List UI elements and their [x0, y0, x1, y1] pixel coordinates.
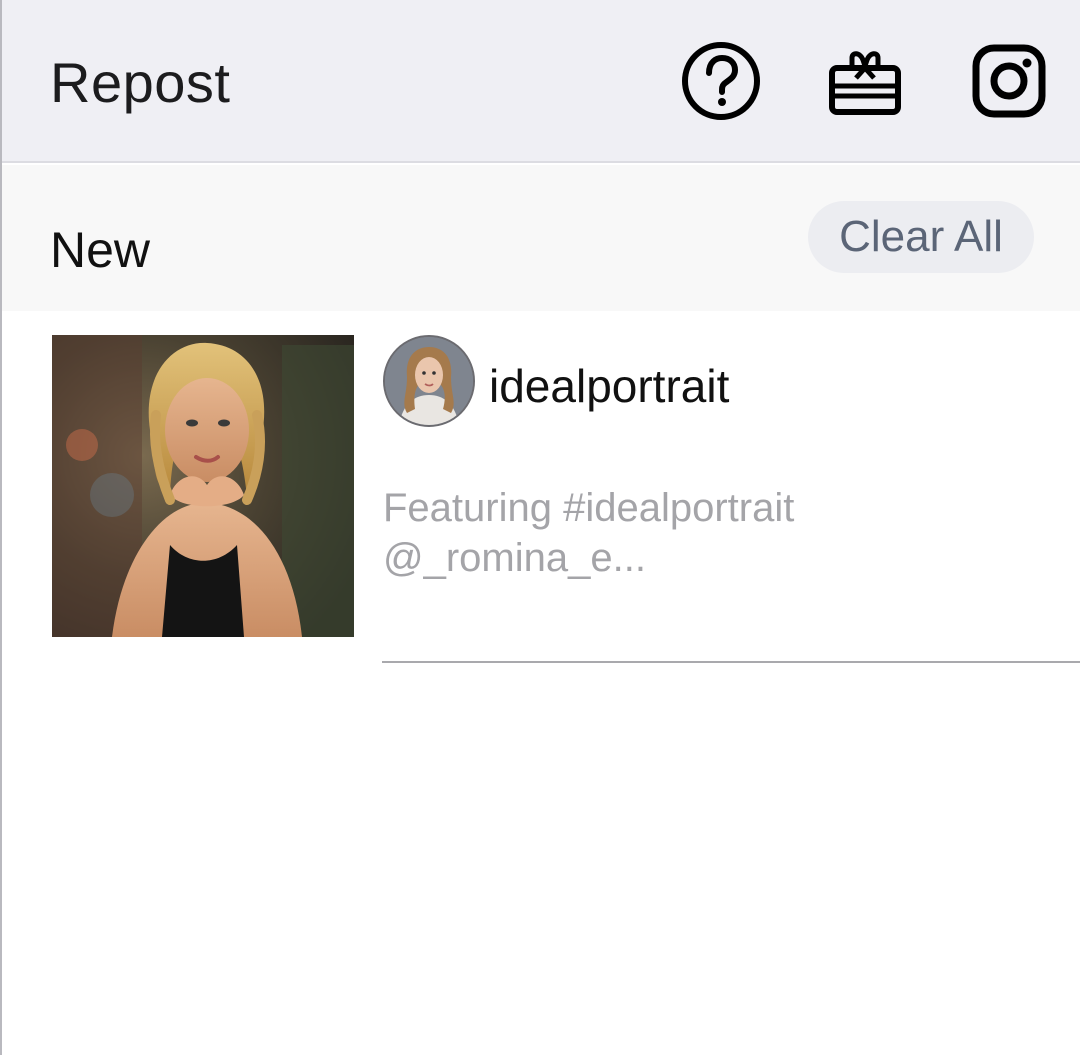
- app-title: Repost: [50, 51, 231, 114]
- section-title-new: New: [50, 222, 151, 278]
- repost-app: Repost New Clear All idealportrait Featu…: [0, 0, 1080, 1055]
- post-caption: Featuring #idealportrait @_romina_e...: [383, 483, 1023, 583]
- clear-all-button[interactable]: Clear All: [808, 201, 1034, 273]
- instagram-icon[interactable]: [964, 36, 1054, 126]
- post-thumbnail[interactable]: [52, 335, 354, 637]
- caption-line-1: Featuring #idealportrait: [383, 486, 795, 530]
- post-username: idealportrait: [489, 360, 730, 412]
- section-header: New Clear All: [2, 165, 1080, 311]
- item-divider: [382, 661, 1080, 663]
- gift-card-icon[interactable]: [820, 36, 910, 126]
- caption-line-2: @_romina_e...: [383, 536, 646, 580]
- list-item[interactable]: idealportrait Featuring #idealportrait @…: [2, 311, 1080, 666]
- help-icon[interactable]: [676, 36, 766, 126]
- top-app-bar: Repost: [2, 0, 1080, 163]
- user-avatar: [383, 335, 475, 427]
